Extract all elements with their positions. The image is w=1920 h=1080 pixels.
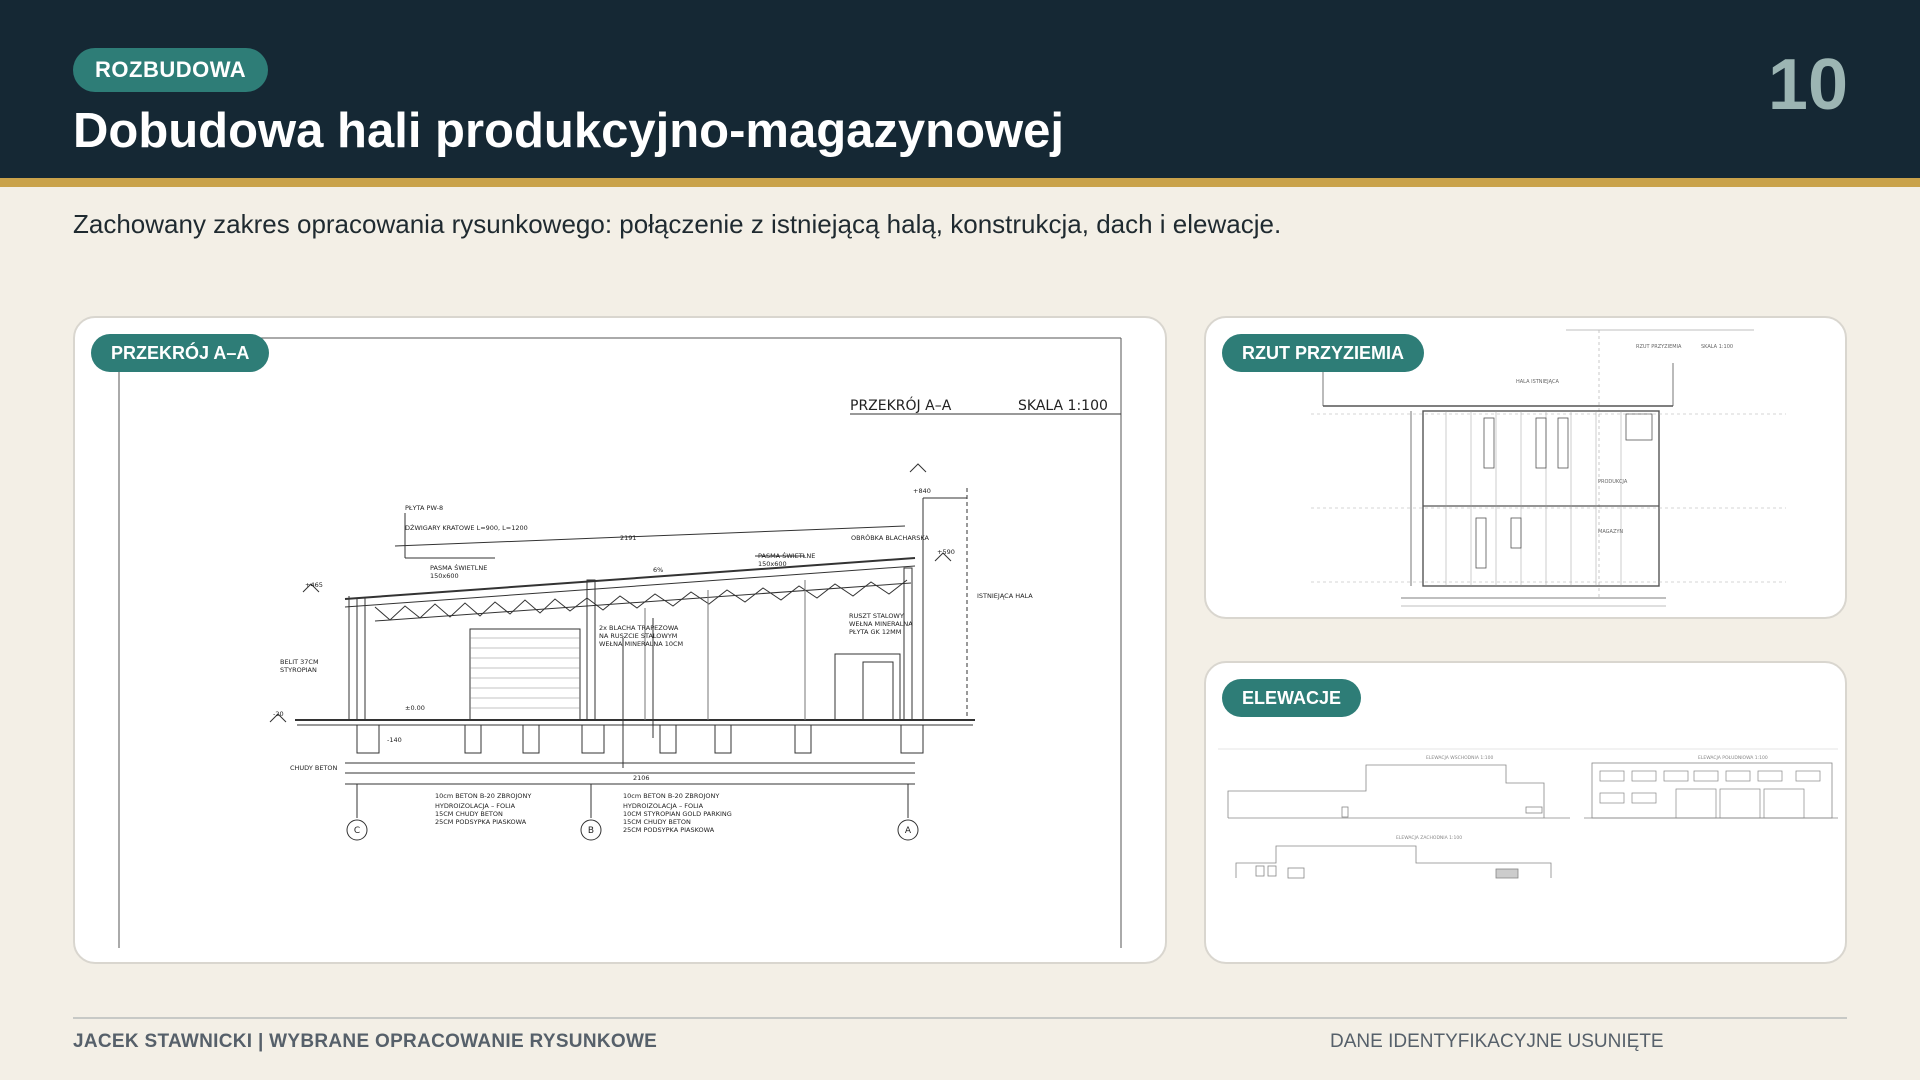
note-wall-2: STYROPIAN [280,666,317,674]
note-floor-1: 10cm BETON B-20 ZBROJONY [435,792,531,800]
section-drawing-scale: SKALA 1:100 [1018,398,1108,414]
note-skylight-left-size: 150x600 [430,572,459,580]
note-floor-2: HYDROIZOLACJA – FOLIA [435,802,516,810]
plan-drawing-scale: SKALA 1:100 [1701,344,1733,350]
note-skylight-right: PASMA ŚWIETLNE [758,551,815,560]
plan-existing-label: HALA ISTNIEJĄCA [1516,379,1559,385]
elevation-title-east: ELEWACJA WSCHODNIA 1:100 [1426,755,1493,761]
category-tag: ROZBUDOWA [73,48,269,92]
footer-divider [73,1017,1847,1019]
level-zero: ±0.00 [405,704,425,712]
section-panel-label: PRZEKRÓJ A–A [91,334,270,372]
note-floor-b-2: HYDROIZOLACJA – FOLIA [623,802,704,810]
section-drawing: PRZEKRÓJ A–A SKALA 1:100 PŁYTA PW-8 DŹWI… [118,337,1122,948]
level-minus: -20 [273,710,284,718]
elevations-panel: ELEWACJE ELEWACJA WSCHODNIA 1:100 ELEWAC… [1204,661,1847,964]
note-roof-panel: PŁYTA PW-8 [405,504,443,512]
axis-label-c: C [354,826,360,836]
axis-label-a: A [905,826,912,836]
page-number: 10 [1767,45,1848,125]
note-frame-3: PŁYTA GK 12MM [849,628,901,636]
note-floor-b-4: 15CM CHUDY BETON [623,818,691,826]
note-flashing: OBRÓBKA BLACHARSKA [851,533,930,542]
plan-drawing-title: RZUT PRZYZIEMIA [1636,344,1682,350]
elevation-title-south: ELEWACJA POŁUDNIOWA 1:100 [1698,755,1768,761]
footer-notice: DANE IDENTYFIKACYJNE USUNIĘTE [1330,1031,1664,1052]
header-accent-stripe [0,178,1920,187]
level-base: -140 [387,736,402,744]
note-lean-concrete: CHUDY BETON [290,764,338,772]
level-ridge: +590 [937,548,955,556]
note-floor-b-5: 25CM PODSYPKA PIASKOWA [623,826,715,834]
note-roof-build-2: NA RUSZCIE STALOWYM [599,632,677,640]
page-subtitle: Zachowany zakres opracowania rysunkowego… [73,209,1282,239]
roof-slope: 6% [653,566,663,574]
section-drawing-title: PRZEKRÓJ A–A [850,396,952,414]
note-floor-b-3: 10CM STYROPIAN GOLD PARKING [623,810,732,818]
floor-plan-panel: RZUT PRZYZIEMIA RZUT PRZYZIEMIA SKALA 1:… [1204,316,1847,619]
note-wall: BELIT 37CM [280,658,319,666]
level-top: +840 [913,487,931,495]
note-floor-3: 15CM CHUDY BETON [435,810,503,818]
page-title: Dobudowa hali produkcyjno-magazynowej [73,104,1064,158]
axis-label-b: B [588,826,594,836]
note-floor-b-1: 10cm BETON B-20 ZBROJONY [623,792,719,800]
note-girder: DŹWIGARY KRATOWE L=900, L=1200 [405,523,528,532]
note-skylight-left: PASMA ŚWIETLNE [430,563,487,572]
note-frame-2: WEŁNA MINERALNA [849,620,913,628]
plan-room-production: PRODUKCJA [1598,479,1628,485]
plan-room-storage: MAGAZYN [1598,529,1623,535]
plan-panel-label: RZUT PRZYZIEMIA [1222,334,1424,372]
elevations-panel-label: ELEWACJE [1222,679,1362,717]
level-eave: +465 [305,581,323,589]
note-skylight-right-size: 150x600 [758,560,787,568]
dimension-length: 2106 [633,774,650,782]
elevation-title-west: ELEWACJA ZACHODNIA 1:100 [1396,835,1462,841]
dimension-top: 2191 [620,534,637,542]
note-roof-build: 2x BLACHA TRAPEZOWA [599,624,679,632]
note-frame: RUSZT STALOWY [849,612,904,620]
footer-author: JACEK STAWNICKI | WYBRANE OPRACOWANIE RY… [73,1031,658,1052]
note-floor-4: 25CM PODSYPKA PIASKOWA [435,818,527,826]
section-drawing-panel: PRZEKRÓJ A–A PRZEKRÓJ A–A SKALA 1:100 PŁ… [73,316,1167,964]
note-roof-build-3: WEŁNA MINERALNA 10CM [599,640,683,648]
note-existing-hall: ISTNIEJĄCA HALA [977,592,1033,600]
